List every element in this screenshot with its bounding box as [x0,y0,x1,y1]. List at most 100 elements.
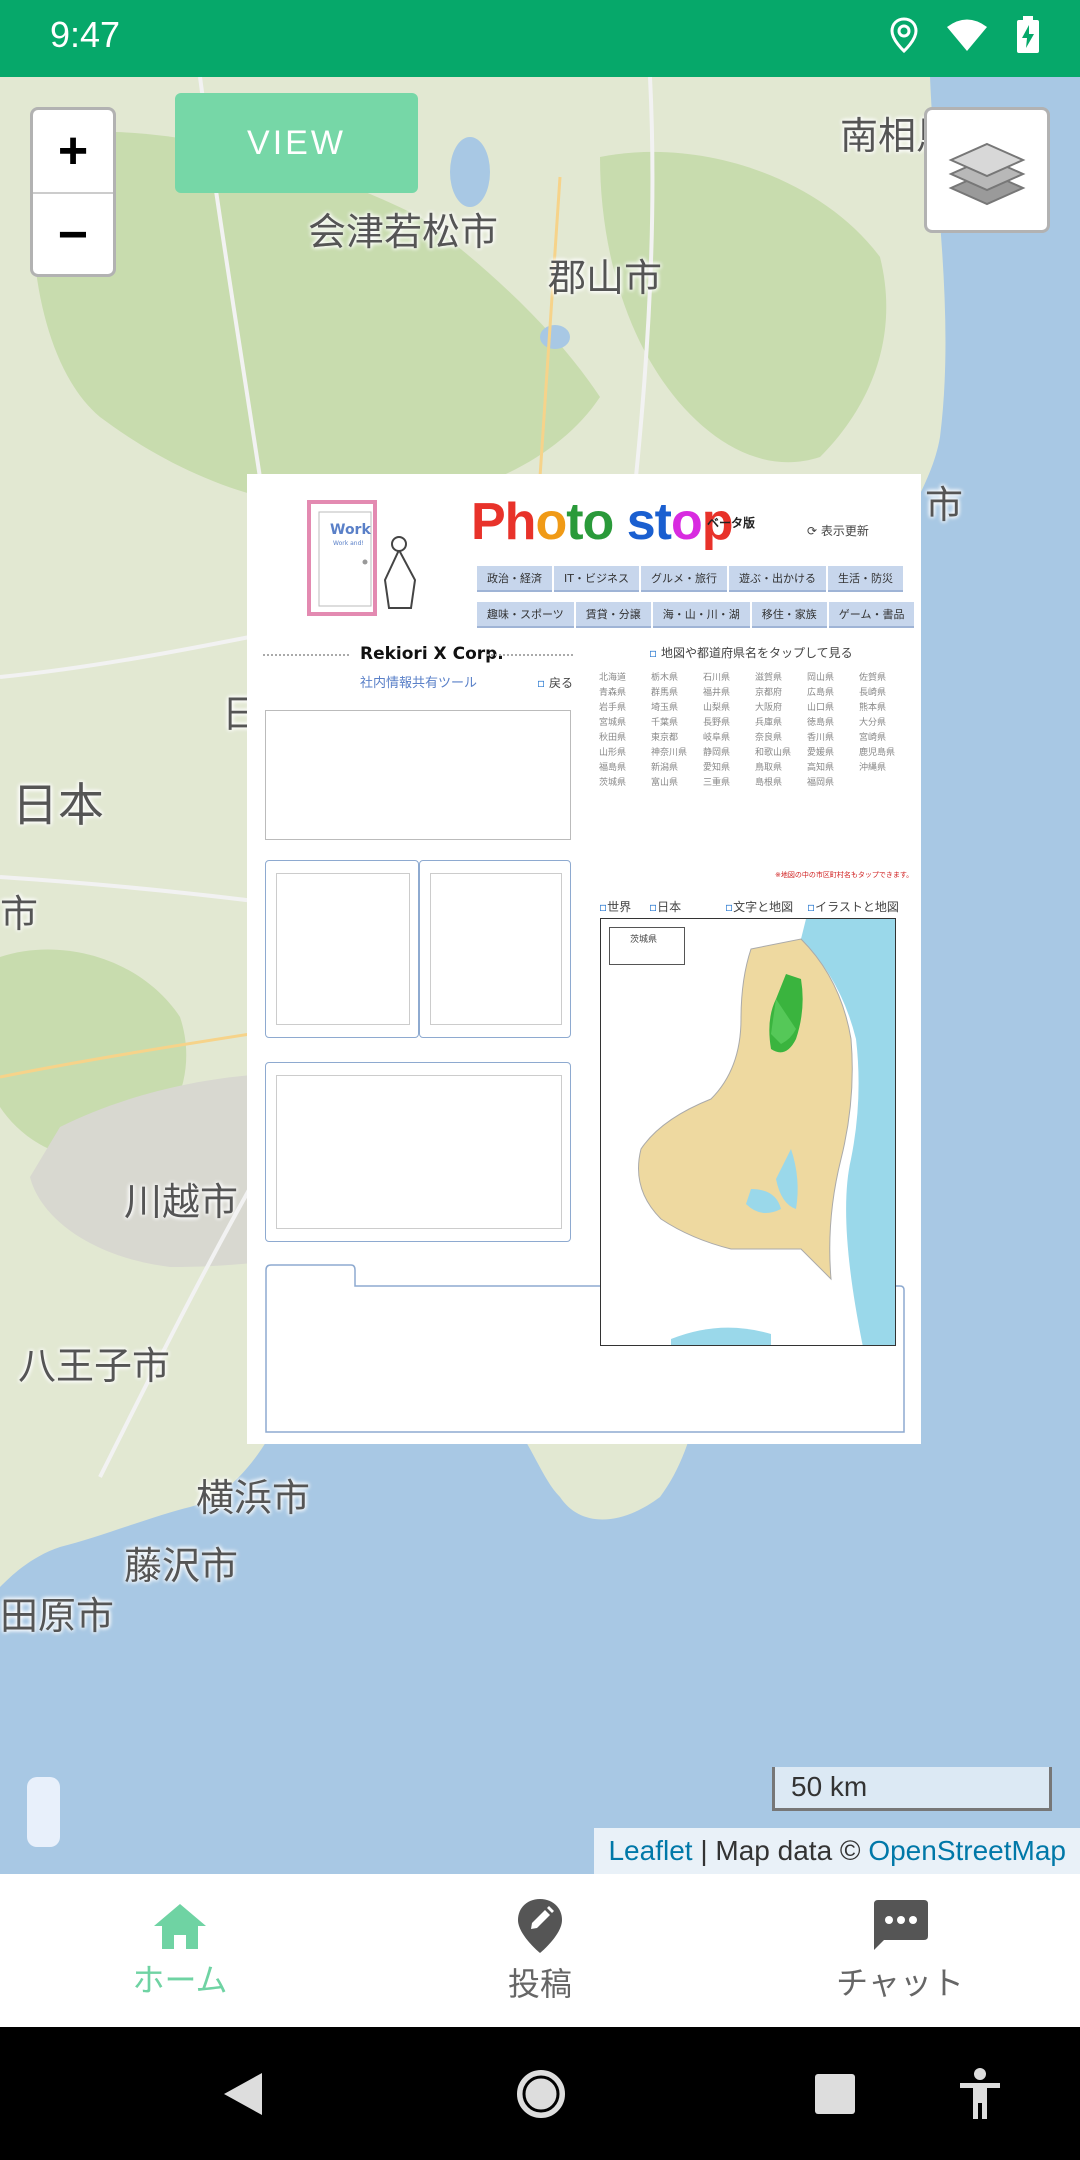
nav-chat[interactable]: チャット [720,1874,1080,2027]
category-tab[interactable]: グルメ・旅行 [640,566,727,592]
bullet-icon: ▫ [649,646,658,660]
prefecture-map[interactable]: 茨城県 [600,918,896,1346]
recents-icon[interactable] [814,2073,856,2115]
prefecture-link[interactable]: 宮城県 [599,717,651,730]
map-link-world[interactable]: ▫世界 [599,898,631,915]
prefecture-link[interactable]: 熊本県 [859,702,911,715]
prefecture-link[interactable]: 奈良県 [755,732,807,745]
prefecture-link[interactable]: 山梨県 [703,702,755,715]
prefecture-link[interactable]: 長野県 [703,717,755,730]
view-button[interactable]: VIEW [175,93,418,193]
home-icon [154,1903,206,1949]
category-tab[interactable]: ゲーム・書品 [828,602,915,628]
prefecture-link[interactable]: 広島県 [807,687,859,700]
prefecture-link[interactable]: 京都府 [755,687,807,700]
drawer-handle[interactable] [27,1777,60,1847]
category-tab[interactable]: 遊ぶ・出かける [728,566,826,592]
content-panel[interactable] [265,710,571,840]
photo-panel[interactable] [265,1062,571,1242]
home-circle-icon[interactable] [515,2068,567,2120]
prefecture-link[interactable]: 富山県 [651,777,703,790]
category-tab[interactable]: IT・ビジネス [554,566,639,592]
accessibility-icon[interactable] [958,2067,1002,2121]
prefecture-link[interactable]: 福岡県 [807,777,859,790]
layers-icon [948,142,1026,206]
openstreetmap-link[interactable]: OpenStreetMap [868,1835,1066,1866]
prefecture-link[interactable]: 鳥取県 [755,762,807,775]
category-tab[interactable]: 趣味・スポーツ [477,602,574,628]
prefecture-link[interactable]: 徳島県 [807,717,859,730]
category-tab[interactable]: 生活・防災 [827,566,903,592]
prefecture-link[interactable]: 東京都 [651,732,703,745]
map-view[interactable]: 南相馬 会津若松市 郡山市 市 日 日本 市 川越市 八王子市 横浜市 藤沢市 … [0,77,1080,1874]
photo-panel[interactable] [419,860,571,1038]
prefecture-link[interactable]: 沖縄県 [859,762,911,775]
bullet-icon: ▫ [725,900,734,914]
prefecture-link[interactable] [859,777,911,790]
prefecture-link[interactable]: 青森県 [599,687,651,700]
photo-frame [276,873,410,1025]
prefecture-link[interactable]: 宮崎県 [859,732,911,745]
zoom-in-button[interactable]: + [33,110,113,192]
prefecture-link[interactable]: 兵庫県 [755,717,807,730]
prefecture-link[interactable]: 栃木県 [651,672,703,685]
photo-overlay[interactable]: Work Work and! Photo stop ベータ版 ⟳ 表示更新 政治… [247,474,921,1444]
zoom-out-button[interactable]: − [33,192,113,276]
prefecture-link[interactable]: 群馬県 [651,687,703,700]
zoom-control: + − [30,107,116,277]
prefecture-link[interactable]: 島根県 [755,777,807,790]
map-link-illustration[interactable]: ▫イラストと地図 [807,898,899,915]
nav-home[interactable]: ホーム [0,1874,360,2027]
map-link-text[interactable]: ▫文字と地図 [725,898,793,915]
prefecture-link[interactable]: 静岡県 [703,747,755,760]
prefecture-link[interactable]: 神奈川県 [651,747,703,760]
photo-frame [430,873,562,1025]
location-icon [890,17,918,53]
prefecture-link[interactable]: 山口県 [807,702,859,715]
prefecture-link[interactable]: 佐賀県 [859,672,911,685]
prefecture-link[interactable]: 山形県 [599,747,651,760]
prefecture-link[interactable]: 三重県 [703,777,755,790]
prefecture-link[interactable]: 茨城県 [599,777,651,790]
category-tab[interactable]: 海・山・川・湖 [652,602,750,628]
map-prompt: ▫ 地図や都道府県名をタップして見る [649,646,853,660]
prefecture-link[interactable]: 石川県 [703,672,755,685]
prefecture-link[interactable]: 福島県 [599,762,651,775]
city-label: 田原市 [0,1594,115,1638]
tool-link[interactable]: 社内情報共有ツール [360,672,477,691]
prefecture-link[interactable]: 岡山県 [807,672,859,685]
leaflet-link[interactable]: Leaflet [608,1835,692,1866]
prefecture-link[interactable]: 長崎県 [859,687,911,700]
prefecture-link[interactable]: 鹿児島県 [859,747,911,760]
photo-panel[interactable] [265,860,419,1038]
battery-icon [1017,16,1039,53]
back-icon[interactable] [222,2071,264,2117]
bullet-icon: ▫ [537,676,546,690]
prefecture-link[interactable]: 埼玉県 [651,702,703,715]
prefecture-link[interactable]: 北海道 [599,672,651,685]
back-link[interactable]: ▫ 戻る [537,674,573,691]
ibaraki-map[interactable] [601,919,896,1346]
prefecture-link[interactable]: 高知県 [807,762,859,775]
prefecture-link[interactable]: 秋田県 [599,732,651,745]
prefecture-link[interactable]: 和歌山県 [755,747,807,760]
prefecture-link[interactable]: 大分県 [859,717,911,730]
category-tabs-row2: 趣味・スポーツ 賃貸・分譲 海・山・川・湖 移住・家族 ゲーム・書品 [477,602,915,628]
prefecture-link[interactable]: 滋賀県 [755,672,807,685]
prefecture-link[interactable]: 岐阜県 [703,732,755,745]
nav-post[interactable]: 投稿 [360,1874,720,2027]
prefecture-link[interactable]: 愛知県 [703,762,755,775]
refresh-link[interactable]: ⟳ 表示更新 [807,522,869,539]
prefecture-link[interactable]: 千葉県 [651,717,703,730]
prefecture-link[interactable]: 新潟県 [651,762,703,775]
category-tab[interactable]: 賃貸・分譲 [575,602,651,628]
map-link-japan[interactable]: ▫日本 [649,898,681,915]
prefecture-link[interactable]: 愛媛県 [807,747,859,760]
prefecture-link[interactable]: 大阪府 [755,702,807,715]
category-tab[interactable]: 移住・家族 [751,602,827,628]
category-tab[interactable]: 政治・経済 [477,566,552,592]
prefecture-link[interactable]: 岩手県 [599,702,651,715]
layers-button[interactable] [924,107,1050,233]
prefecture-link[interactable]: 福井県 [703,687,755,700]
prefecture-link[interactable]: 香川県 [807,732,859,745]
